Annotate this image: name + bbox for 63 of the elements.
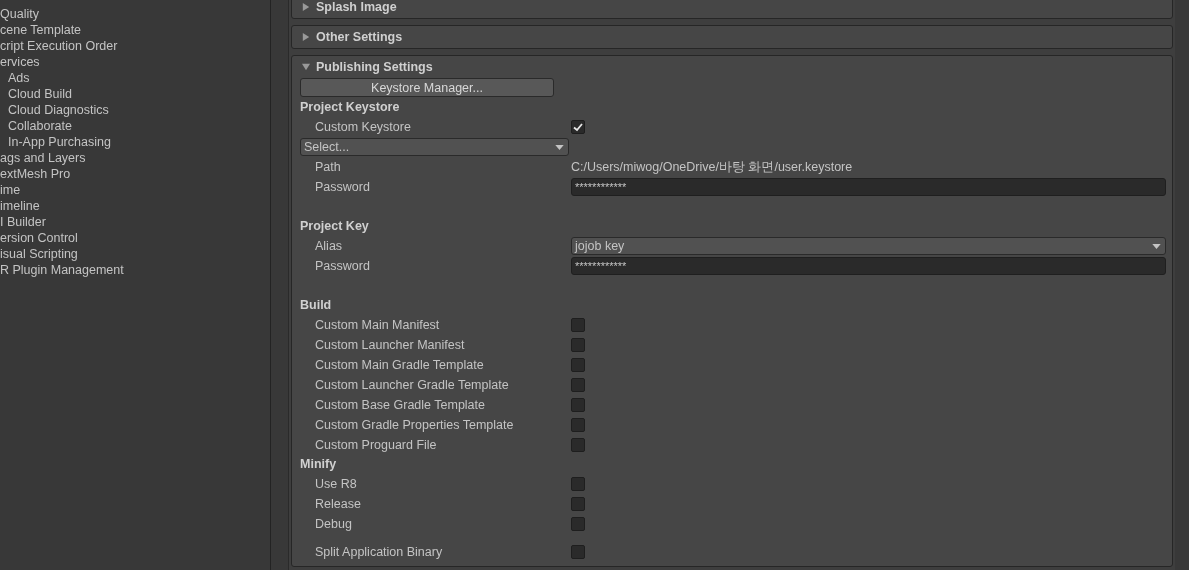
field-label: Custom Base Gradle Template [314,398,486,412]
sidebar-item[interactable]: isual Scripting [0,246,270,262]
field-label: Custom Keystore [314,120,412,134]
checkbox[interactable] [571,545,585,559]
foldout-title[interactable]: Publishing Settings [316,60,433,74]
sidebar-item[interactable]: ervices [0,54,270,70]
checkbox[interactable] [571,438,585,452]
field-label: Custom Main Manifest [314,318,441,332]
password-field[interactable]: ************ [571,257,1166,275]
sidebar-item[interactable]: extMesh Pro [0,166,270,182]
checkbox[interactable] [571,358,585,372]
section-heading: Build [300,297,333,314]
field-label: Path [314,160,342,174]
sidebar-item[interactable]: Cloud Build [0,86,270,102]
section-heading: Project Keystore [300,99,401,116]
field-label: Alias [314,239,344,253]
field-label: Password [314,180,371,194]
field-label: Password [314,259,371,273]
sidebar-item[interactable]: I Builder [0,214,270,230]
field-label: Release [314,497,362,511]
foldout-arrow-icon[interactable] [302,63,310,71]
dropdown-caret-icon [555,144,564,150]
keystore-manager-button[interactable]: Keystore Manager... [300,78,554,97]
sidebar-item[interactable]: ime [0,182,270,198]
checkbox[interactable] [571,318,585,332]
sidebar-item[interactable]: cene Template [0,22,270,38]
checkbox[interactable] [571,398,585,412]
field-label: Debug [314,517,353,531]
checkbox[interactable] [571,120,585,134]
checkbox[interactable] [571,477,585,491]
field-label: Custom Proguard File [314,438,438,452]
sidebar-item[interactable]: Ads [0,70,270,86]
foldout-arrow-icon[interactable] [302,3,310,11]
section-heading: Project Key [300,218,370,235]
checkbox[interactable] [571,497,585,511]
select-dropdown[interactable]: Select... [300,138,569,156]
field-label: Custom Launcher Gradle Template [314,378,510,392]
foldout-arrow-icon[interactable] [302,33,310,41]
section-heading: Minify [300,456,338,473]
checkbox[interactable] [571,378,585,392]
field-label: Custom Main Gradle Template [314,358,485,372]
alias-dropdown[interactable]: jojob key [571,237,1166,255]
sidebar-item[interactable]: Collaborate [0,118,270,134]
sidebar-item[interactable]: ersion Control [0,230,270,246]
sidebar-item[interactable]: R Plugin Management [0,262,270,278]
field-label: Use R8 [314,477,358,491]
dropdown-caret-icon [1152,243,1161,249]
sidebar-item[interactable]: Quality [0,6,270,22]
field-label: Custom Gradle Properties Template [314,418,515,432]
password-field[interactable]: ************ [571,178,1166,196]
field-label: Custom Launcher Manifest [314,338,466,352]
sidebar-item[interactable]: In-App Purchasing [0,134,270,150]
checkbox[interactable] [571,418,585,432]
foldout-title[interactable]: Other Settings [316,30,403,44]
checkbox[interactable] [571,517,585,531]
path-value: C:/Users/miwog/OneDrive/바탕 화면/user.keystore [571,158,853,176]
foldout-title[interactable]: Splash Image [316,0,397,14]
field-label: Split Application Binary [314,545,444,559]
checkbox[interactable] [571,338,585,352]
sidebar-item[interactable]: ags and Layers [0,150,270,166]
sidebar-item[interactable]: Cloud Diagnostics [0,102,270,118]
sidebar-item[interactable]: cript Execution Order [0,38,270,54]
sidebar-item[interactable]: imeline [0,198,270,214]
